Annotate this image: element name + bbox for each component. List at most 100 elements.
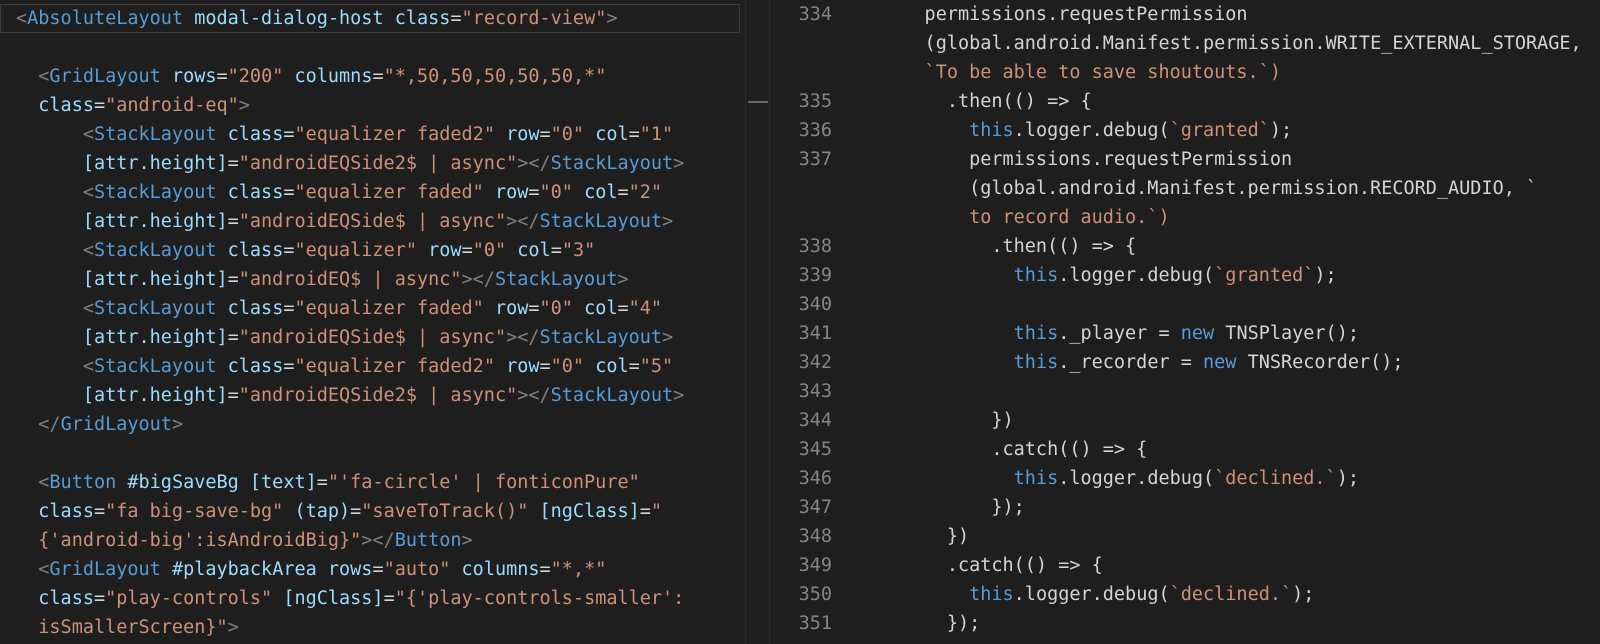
code-token: row xyxy=(494,124,540,145)
code-token: }); xyxy=(880,613,981,634)
code-token: GridLayout xyxy=(49,66,161,87)
code-line[interactable]: .then(() => { xyxy=(880,232,1136,261)
code-line[interactable]: this.logger.debug(`granted`); xyxy=(880,261,1337,290)
code-line[interactable]: [attr.height]="androidEQSide$ | async"><… xyxy=(16,323,673,352)
code-token: row xyxy=(417,240,462,261)
code-token: ></ xyxy=(517,153,551,174)
code-token: StackLayout xyxy=(93,240,217,261)
line-number: 340 xyxy=(798,294,832,315)
left-editor-pane[interactable]: <AbsoluteLayout modal-dialog-host class=… xyxy=(0,0,745,644)
code-token: `granted` xyxy=(1214,265,1315,286)
code-token: = xyxy=(283,124,295,145)
code-line[interactable]: {'android-big':isAndroidBig}"></Button> xyxy=(16,526,472,555)
code-line[interactable]: </GridLayout> xyxy=(16,410,183,439)
code-token: columns xyxy=(450,559,540,580)
code-token: < xyxy=(16,182,94,203)
code-token: `To be able to save shoutouts.`) xyxy=(880,62,1281,83)
line-number: 349 xyxy=(798,555,832,576)
code-token: StackLayout xyxy=(539,327,663,348)
code-token: = xyxy=(617,298,629,319)
code-line[interactable]: class="play-controls" [ngClass]="{'play-… xyxy=(16,584,684,613)
code-token: [attr.height] xyxy=(16,385,228,406)
code-line[interactable]: this._recorder = new TNSRecorder(); xyxy=(880,348,1404,377)
code-token: #playbackArea rows xyxy=(160,559,373,580)
code-line[interactable]: this._player = new TNSPlayer(); xyxy=(880,319,1359,348)
code-token: permissions.requestPermission xyxy=(880,149,1293,170)
code-line[interactable]: to record audio.`) xyxy=(880,203,1170,232)
code-line[interactable]: `To be able to save shoutouts.`) xyxy=(880,58,1281,87)
code-token: = xyxy=(227,269,239,290)
code-token: "'fa-circle' | fonticonPure" xyxy=(327,472,640,493)
code-line[interactable]: <GridLayout rows="200" columns="*,50,50,… xyxy=(16,62,606,91)
code-line[interactable]: this.logger.debug(`granted`); xyxy=(880,116,1292,145)
code-token: > xyxy=(617,269,629,290)
code-line[interactable]: [attr.height]="androidEQSide$ | async"><… xyxy=(16,207,673,236)
code-token: row xyxy=(494,356,540,377)
code-token: ); xyxy=(1292,584,1315,605)
code-token: "android-eq" xyxy=(105,95,239,116)
code-token: Button xyxy=(49,472,117,493)
code-token: > xyxy=(171,414,184,435)
code-line[interactable]: .catch(() => { xyxy=(880,551,1103,580)
code-token: this xyxy=(969,120,1014,141)
code-line[interactable]: <StackLayout class="equalizer faded" row… xyxy=(16,294,662,323)
code-line[interactable]: class="android-eq"> xyxy=(16,91,250,120)
code-line[interactable]: .catch(() => { xyxy=(880,435,1147,464)
line-number: 334 xyxy=(798,4,832,25)
scroll-marker xyxy=(748,101,768,103)
code-line[interactable]: }); xyxy=(880,493,1024,522)
code-line[interactable]: isSmallerScreen}"> xyxy=(16,613,239,642)
code-token: TNSPlayer(); xyxy=(1214,323,1359,344)
code-token: this xyxy=(1013,265,1059,286)
code-line[interactable]: class="fa big-save-bg" (tap)="saveToTrac… xyxy=(16,497,662,526)
code-token: GridLayout xyxy=(49,559,161,580)
code-token: = xyxy=(539,124,551,145)
right-editor-pane[interactable]: 334 permissions.requestPermission (globa… xyxy=(770,0,1600,644)
code-token: row xyxy=(483,298,529,319)
code-line[interactable]: permissions.requestPermission xyxy=(880,0,1248,29)
code-line[interactable]: <StackLayout class="equalizer faded2" ro… xyxy=(16,120,673,149)
code-line[interactable]: [attr.height]="androidEQSide2$ | async">… xyxy=(16,149,685,178)
code-token: class xyxy=(216,182,284,203)
code-token: = xyxy=(283,356,295,377)
code-token: this xyxy=(1013,468,1059,489)
code-line[interactable]: <StackLayout class="equalizer faded2" ro… xyxy=(16,352,673,381)
code-token: "3" xyxy=(561,240,596,261)
code-token: = xyxy=(283,182,295,203)
code-line[interactable]: [attr.height]="androidEQ$ | async"></Sta… xyxy=(16,265,629,294)
code-token: = xyxy=(227,385,239,406)
code-token: .catch(() => { xyxy=(880,555,1103,576)
code-line[interactable]: }); xyxy=(880,609,980,638)
code-token: }) xyxy=(880,526,970,547)
code-line[interactable]: [attr.height]="androidEQSide2$ | async">… xyxy=(16,381,685,410)
code-line[interactable]: }) xyxy=(880,522,969,551)
code-token: = xyxy=(450,8,462,29)
code-line[interactable]: (global.android.Manifest.permission.RECO… xyxy=(880,174,1537,203)
code-line[interactable]: (global.android.Manifest.permission.WRIT… xyxy=(880,29,1582,58)
line-number: 344 xyxy=(798,410,832,431)
code-line[interactable]: this.logger.debug(`declined.`); xyxy=(880,580,1314,609)
code-line[interactable]: }) xyxy=(880,406,1013,435)
code-token: "play-controls" xyxy=(105,588,273,609)
code-line[interactable]: .then(() => { xyxy=(880,87,1092,116)
code-line[interactable]: <Button #bigSaveBg [text]="'fa-circle' |… xyxy=(16,468,640,497)
code-line[interactable]: <GridLayout #playbackArea rows="auto" co… xyxy=(16,555,606,584)
code-token: "4" xyxy=(628,298,663,319)
code-token: AbsoluteLayout xyxy=(27,8,184,29)
code-token: = xyxy=(283,298,295,319)
code-line[interactable]: <StackLayout class="equalizer" row="0" c… xyxy=(16,236,595,265)
code-line[interactable]: <StackLayout class="equalizer faded" row… xyxy=(16,178,662,207)
code-token: (global.android.Manifest.permission.WRIT… xyxy=(880,33,1582,54)
code-token: [ngClass] xyxy=(272,588,384,609)
code-token: [attr.height] xyxy=(16,327,228,348)
line-number: 336 xyxy=(798,120,832,141)
pane-divider[interactable] xyxy=(745,0,770,644)
code-line[interactable]: permissions.requestPermission xyxy=(880,145,1292,174)
line-number xyxy=(770,174,832,203)
line-number: 342 xyxy=(798,352,832,373)
code-line[interactable]: <AbsoluteLayout modal-dialog-host class=… xyxy=(16,4,617,33)
code-token: StackLayout xyxy=(93,356,217,377)
code-line[interactable]: this.logger.debug(`declined.`); xyxy=(880,464,1359,493)
code-token: "0" xyxy=(539,298,573,319)
